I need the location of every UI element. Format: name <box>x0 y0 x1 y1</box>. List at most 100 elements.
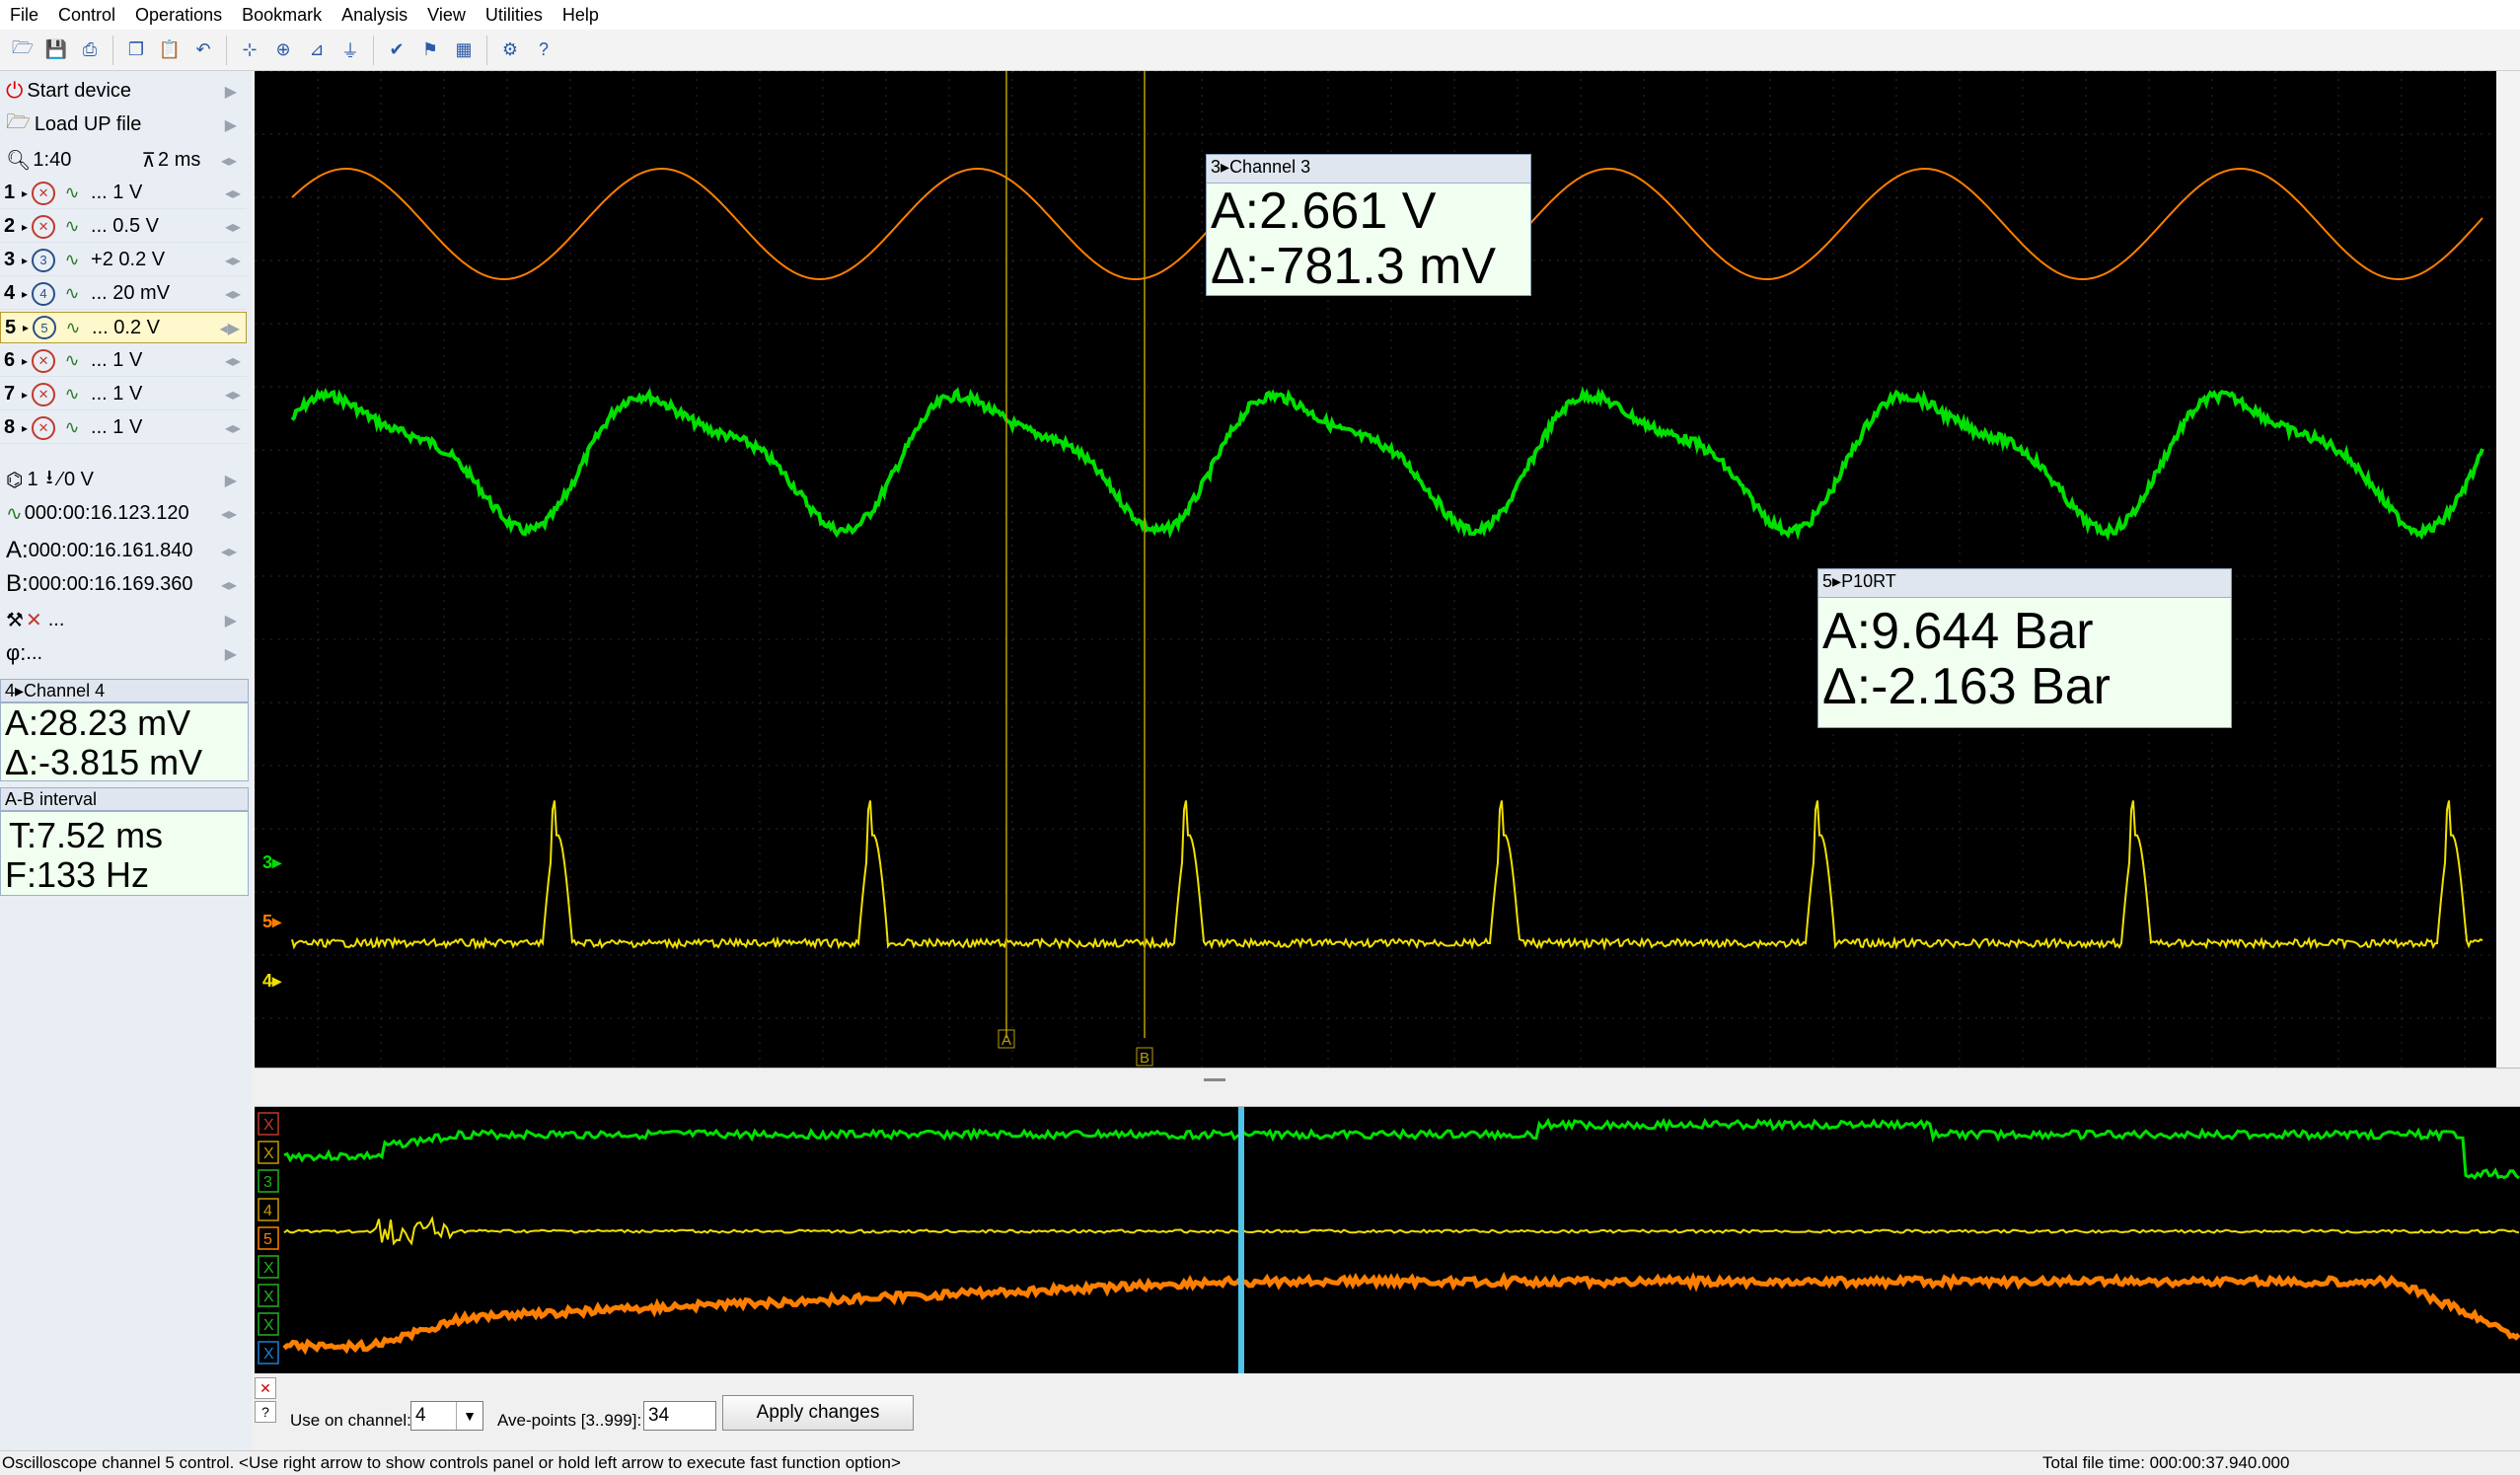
chevron-down-icon[interactable]: ▼ <box>456 1402 482 1430</box>
splitter-grip[interactable] <box>1204 1078 1225 1081</box>
stepper-icon[interactable]: ◂▸ <box>221 575 237 595</box>
oscilloscope-view[interactable]: A B 3▸ 5▸ 4▸ 3▸Channel 3 A:2.661 V Δ:-781.3 … <box>254 70 2496 1068</box>
filter-icon[interactable]: ⏚ <box>336 37 364 64</box>
channel-number: 7 <box>4 383 16 405</box>
stepper-icon[interactable]: ◂▸ <box>225 385 241 405</box>
menu-operations[interactable]: Operations <box>125 0 232 30</box>
channel-arrow-icon: ▸ <box>22 185 29 200</box>
help-icon[interactable]: ? <box>255 1401 276 1423</box>
stepper-icon[interactable]: ◂▸ <box>225 284 241 304</box>
channel-row-1[interactable]: 1 ▸ ✕ ∿ ... 1 V ◂▸ <box>0 178 247 209</box>
overview-panel[interactable]: XX345XXXX <box>255 1107 2520 1373</box>
channel-off-icon[interactable]: ✕ <box>32 415 56 440</box>
channel-row-4[interactable]: 4 ▸ 4 ∿... 20 mV ◂▸ <box>0 278 247 310</box>
channel-off-icon[interactable]: ✕ <box>32 181 56 205</box>
stepper-icon[interactable]: ◂▸ <box>221 542 237 561</box>
ave-points-value: 34 <box>648 1405 670 1426</box>
cursor-a-label: A: <box>6 537 29 563</box>
channel-on-icon[interactable]: 4 <box>32 281 56 306</box>
undo-icon[interactable]: ↶ <box>189 37 217 64</box>
waveform-icon[interactable]: ∿ <box>59 350 85 371</box>
waveform-icon[interactable]: ∿ <box>59 183 85 203</box>
start-device-label: Start device <box>27 79 132 102</box>
splitter[interactable] <box>255 1068 2520 1107</box>
auto-icon[interactable]: ⚙ <box>496 37 524 64</box>
channel-number: 4 <box>4 282 16 304</box>
start-device-button[interactable]: ⏻ Start device ▶ <box>0 75 249 107</box>
channel-row-3[interactable]: 3 ▸ 3 ∿ +2 0.2 V ◂▸ <box>0 245 247 276</box>
trigger-row[interactable]: ⌬ 1 ⭳ ⁄ 0 V ▶ <box>0 464 249 495</box>
copy-icon[interactable]: ❐ <box>122 37 150 64</box>
waveform-icon[interactable]: ∿ <box>59 283 85 304</box>
paste-icon[interactable]: 📋 <box>156 37 184 64</box>
channel-row-2[interactable]: 2 ▸ ✕ ∿ ... 0.5 V ◂▸ <box>0 211 247 243</box>
menu-analysis[interactable]: Analysis <box>332 0 417 30</box>
zoom-value[interactable]: 1:40 <box>33 149 102 172</box>
channel-scale: ... 20 mV <box>91 282 171 304</box>
menu-help[interactable]: Help <box>553 0 609 30</box>
overview-green-trace <box>283 1117 2520 1180</box>
channel-on-icon[interactable]: 3 <box>32 248 56 272</box>
status-bar: Oscilloscope channel 5 control. <Use rig… <box>0 1450 2520 1475</box>
save-icon[interactable]: 💾 <box>42 37 70 64</box>
math-row[interactable]: ⚒ ✕ ... ▶ <box>0 604 249 635</box>
close-icon[interactable]: ✕ <box>255 1377 276 1399</box>
menu-view[interactable]: View <box>417 0 476 30</box>
channel3-tooltip[interactable]: 3▸Channel 3 A:2.661 V Δ:-781.3 mV <box>1206 154 1531 296</box>
channel-row-6[interactable]: 6 ▸ ✕ ∿ ... 1 V ◂▸ <box>0 345 247 377</box>
channel-row-8[interactable]: 8 ▸ ✕ ∿ ... 1 V ◂▸ <box>0 412 247 444</box>
help-icon[interactable]: ? <box>530 37 557 64</box>
menu-bookmark[interactable]: Bookmark <box>232 0 332 30</box>
left-panel: ⏻ Start device ▶ 🗁 Load UP file ▶ 🔍︎ 1:4… <box>0 71 252 1450</box>
apply-changes-button[interactable]: Apply changes <box>722 1395 914 1431</box>
channel-select[interactable]: 4 ▼ <box>410 1401 483 1431</box>
channel4-trace <box>291 800 2483 951</box>
menu-file[interactable]: File <box>0 0 48 30</box>
channel-on-icon[interactable]: 5 <box>33 316 57 339</box>
waveform-icon[interactable]: ∿ <box>60 318 86 338</box>
channel-scale: ... 1 V <box>91 383 143 405</box>
stepper-icon[interactable]: ◂▸ <box>225 184 241 203</box>
measure-icon[interactable]: ⊿ <box>303 37 331 64</box>
channel-off-icon[interactable]: ✕ <box>32 214 56 239</box>
stepper-icon[interactable]: ◂▸ <box>221 151 237 171</box>
channel-row-5[interactable]: 5 ▸ 5 ∿... 0.2 V ◂▶ <box>0 312 247 343</box>
menu-control[interactable]: Control <box>48 0 125 30</box>
timebase-value[interactable]: 2 ms <box>158 149 200 172</box>
stepper-icon[interactable]: ◂▸ <box>221 504 237 524</box>
phase-value: ... <box>26 641 43 664</box>
waveform-icon[interactable]: ∿ <box>59 216 85 237</box>
stepper-icon[interactable]: ◂▸ <box>225 418 241 438</box>
load-up-file-button[interactable]: 🗁 Load UP file ▶ <box>0 109 249 140</box>
channel-off-icon[interactable]: ✕ <box>32 348 56 373</box>
cursor-b-row[interactable]: B: 000:00:16.169.360 ◂▸ <box>0 568 249 600</box>
print-icon[interactable]: ⎙ <box>76 37 104 64</box>
stepper-icon[interactable]: ◂▸ <box>225 351 241 371</box>
bookmark-icon[interactable]: ⚑ <box>416 37 444 64</box>
expand-icon[interactable]: ◂▶ <box>220 319 240 338</box>
overview-canvas[interactable]: XX345XXXX <box>255 1107 2520 1373</box>
waveform-icon[interactable]: ∿ <box>59 417 85 438</box>
waveform-icon[interactable]: ∿ <box>59 250 85 270</box>
menu-utilities[interactable]: Utilities <box>476 0 553 30</box>
stepper-icon[interactable]: ◂▸ <box>225 251 241 270</box>
trigger-time-row[interactable]: ∿ 000:00:16.123.120 ◂▸ <box>0 497 249 529</box>
ave-points-input[interactable]: 34 <box>643 1401 716 1431</box>
zoom-icon[interactable]: ⊕ <box>269 37 297 64</box>
p10rt-tooltip-title: 5▸P10RT <box>1818 569 2231 598</box>
overview-channel-label: X <box>263 1260 274 1277</box>
p10rt-tooltip[interactable]: 5▸P10RT A:9.644 Bar Δ:-2.163 Bar <box>1817 568 2232 728</box>
chevron-right-icon: ▶ <box>224 84 237 101</box>
channel-off-icon[interactable]: ✕ <box>32 382 56 406</box>
stepper-icon[interactable]: ◂▸ <box>225 217 241 237</box>
open-icon[interactable]: 🗁 <box>9 37 37 64</box>
cursor-icon[interactable]: ⊹ <box>236 37 263 64</box>
menu-bar: File Control Operations Bookmark Analysis Vie… <box>0 0 2520 30</box>
channel-row-7[interactable]: 7 ▸ ✕ ∿ ... 1 V ◂▸ <box>0 379 247 410</box>
check-icon[interactable]: ✔ <box>383 37 410 64</box>
grid-icon[interactable]: ▦ <box>450 37 478 64</box>
waveform-icon[interactable]: ∿ <box>59 384 85 405</box>
channel4-delta-value: Δ:-3.815 mV <box>5 742 203 782</box>
phase-row[interactable]: φ: ... ▶ <box>0 637 249 669</box>
cursor-a-row[interactable]: A: 000:00:16.161.840 ◂▸ <box>0 535 249 566</box>
